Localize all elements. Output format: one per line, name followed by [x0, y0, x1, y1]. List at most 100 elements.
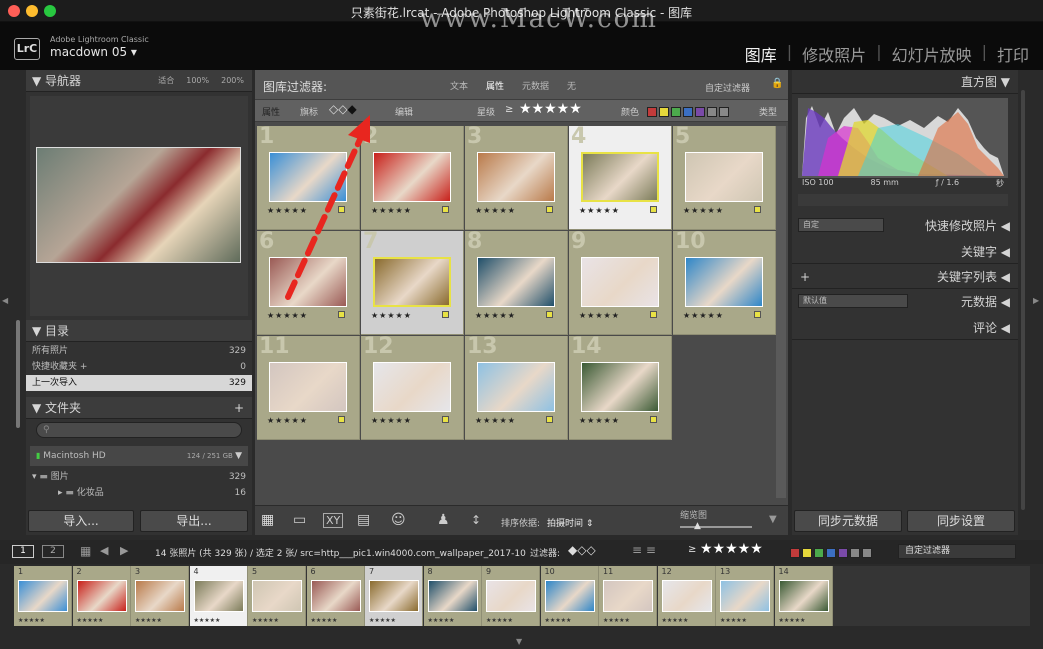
color-swatch[interactable]: [695, 107, 705, 117]
module-develop[interactable]: 修改照片: [802, 42, 866, 66]
thumbnail-image[interactable]: [581, 362, 659, 412]
cell-rating[interactable]: ★★★★★: [475, 311, 516, 320]
grid-cell[interactable]: 10 ★★★★★: [673, 229, 776, 335]
filmstrip-thumb[interactable]: 7 ★★★★★: [365, 566, 423, 626]
module-print[interactable]: 打印: [997, 42, 1029, 66]
color-label-badge[interactable]: [650, 311, 657, 318]
filmstrip-thumb[interactable]: 11 ★★★★★: [599, 566, 657, 626]
filmstrip-thumb[interactable]: 5 ★★★★★: [248, 566, 306, 626]
color-swatch[interactable]: [790, 548, 800, 558]
thumbnail-image[interactable]: [477, 152, 555, 202]
keywording-header[interactable]: 关键字 ◀: [792, 240, 1018, 264]
thumbnail-image[interactable]: [581, 257, 659, 307]
color-swatch[interactable]: [719, 107, 729, 117]
survey-view-icon[interactable]: ▤: [357, 512, 370, 528]
filmstrip-image[interactable]: [661, 580, 712, 612]
edit-filter-icons[interactable]: ≡ ≡: [632, 543, 656, 557]
metadata-header[interactable]: 元数据 ◀: [792, 290, 1018, 314]
grid-cell[interactable]: 5 ★★★★★: [673, 124, 776, 230]
color-label-badge[interactable]: [442, 311, 449, 318]
navigator-preview[interactable]: [36, 147, 241, 263]
filmstrip-image[interactable]: [252, 580, 302, 612]
back-arrow-icon[interactable]: ◀: [100, 544, 108, 557]
grid-scrollbar[interactable]: [776, 126, 786, 498]
filmstrip-image[interactable]: [76, 580, 127, 612]
filmstrip-image[interactable]: [193, 580, 244, 612]
thumb-size-slider[interactable]: [680, 526, 752, 528]
filter-tab-none[interactable]: 无: [567, 79, 576, 92]
filmstrip-thumb[interactable]: 2 ★★★★★: [72, 566, 131, 626]
histogram-header[interactable]: 直方图 ▼: [792, 70, 1018, 94]
export-button[interactable]: 导出...: [140, 510, 248, 532]
thumbnail-image[interactable]: [581, 152, 659, 202]
filmstrip-image[interactable]: [720, 580, 770, 612]
catalog-name[interactable]: macdown 05 ▾: [50, 45, 137, 59]
grid-cell[interactable]: 3 ★★★★★: [465, 124, 568, 230]
grid-cell[interactable]: 9 ★★★★★: [569, 229, 672, 335]
color-label-badge[interactable]: [442, 206, 449, 213]
thumbnail-image[interactable]: [477, 257, 555, 307]
thumbnail-image[interactable]: [685, 152, 763, 202]
sync-metadata-button[interactable]: 同步元数据: [794, 510, 902, 532]
color-label-badge[interactable]: [546, 206, 553, 213]
color-label-badge[interactable]: [442, 416, 449, 423]
sort-select[interactable]: 拍摄时间 ⇕: [547, 516, 593, 529]
filmstrip-flag-icons[interactable]: ◆◇◇: [568, 543, 596, 557]
filmstrip-thumb[interactable]: 4 ★★★★★: [189, 566, 248, 626]
left-panel-toggle[interactable]: ◀: [2, 296, 8, 305]
catalog-item-all[interactable]: 所有照片 329: [26, 343, 252, 359]
filmstrip-toggle[interactable]: ▼: [516, 637, 522, 646]
keyword-list-header[interactable]: + 关键字列表 ◀: [792, 265, 1018, 289]
thumbnail-image[interactable]: [685, 257, 763, 307]
color-swatch[interactable]: [683, 107, 693, 117]
import-button[interactable]: 导入...: [28, 510, 134, 532]
filmstrip-image[interactable]: [18, 580, 68, 612]
color-swatch[interactable]: [707, 107, 717, 117]
filmstrip-thumb[interactable]: 3 ★★★★★: [131, 566, 189, 626]
sync-settings-button[interactable]: 同步设置: [907, 510, 1015, 532]
window-1-button[interactable]: 1: [12, 545, 34, 558]
navigator-header[interactable]: ▼ 导航器 适合 100% 200%: [26, 70, 252, 92]
comments-header[interactable]: 评论 ◀: [792, 316, 1018, 340]
filmstrip-image[interactable]: [544, 580, 595, 612]
filmstrip-image[interactable]: [427, 580, 478, 612]
catalog-item-last-import[interactable]: 上一次导入 329: [26, 375, 252, 391]
filmstrip-image[interactable]: [486, 580, 536, 612]
grid-cell[interactable]: 4 ★★★★★: [569, 124, 672, 230]
toolbar-menu-icon[interactable]: ▼: [769, 514, 777, 525]
catalog-item-quick[interactable]: 快捷收藏夹 +0: [26, 359, 252, 375]
cell-rating[interactable]: ★★★★★: [371, 416, 412, 425]
thumbnail-image[interactable]: [269, 362, 347, 412]
cell-rating[interactable]: ★★★★★: [683, 311, 724, 320]
quick-develop-header[interactable]: 快速修改照片 ◀: [792, 214, 1018, 238]
window-2-button[interactable]: 2: [42, 545, 64, 558]
cell-rating[interactable]: ★★★★★: [579, 206, 620, 215]
filter-tab-text[interactable]: 文本: [450, 79, 468, 92]
thumbnail-image[interactable]: [373, 362, 451, 412]
grid-cell[interactable]: 14 ★★★★★: [569, 334, 672, 440]
module-library[interactable]: 图库: [745, 42, 777, 66]
color-label-badge[interactable]: [754, 206, 761, 213]
color-label-swatches[interactable]: [647, 105, 731, 118]
grid-view-icon[interactable]: ▦: [261, 512, 274, 528]
filmstrip-image[interactable]: [310, 580, 361, 612]
color-swatch[interactable]: [814, 548, 824, 558]
filter-preset[interactable]: 自定过滤器: [705, 81, 750, 94]
color-swatch[interactable]: [671, 107, 681, 117]
grid-icon[interactable]: ▦: [80, 544, 91, 558]
filmstrip-thumb[interactable]: 8 ★★★★★: [423, 566, 482, 626]
cell-rating[interactable]: ★★★★★: [579, 416, 620, 425]
filmstrip-rating-stars[interactable]: ★★★★★: [700, 541, 763, 557]
cell-rating[interactable]: ★★★★★: [683, 206, 724, 215]
sort-direction-icon[interactable]: ↕: [471, 513, 481, 527]
color-swatch[interactable]: [850, 548, 860, 558]
zoom-100[interactable]: 100%: [186, 70, 209, 91]
catalog-header[interactable]: ▼ 目录: [26, 320, 252, 342]
filmstrip-thumb[interactable]: 13 ★★★★★: [716, 566, 774, 626]
add-folder-icon[interactable]: +: [234, 397, 244, 418]
rating-filter-stars[interactable]: ★★★★★: [519, 101, 582, 117]
grid-cell[interactable]: 13 ★★★★★: [465, 334, 568, 440]
filmstrip-image[interactable]: [369, 580, 419, 612]
right-panel-toggle[interactable]: ▶: [1033, 296, 1039, 305]
module-slideshow[interactable]: 幻灯片放映: [892, 42, 972, 66]
